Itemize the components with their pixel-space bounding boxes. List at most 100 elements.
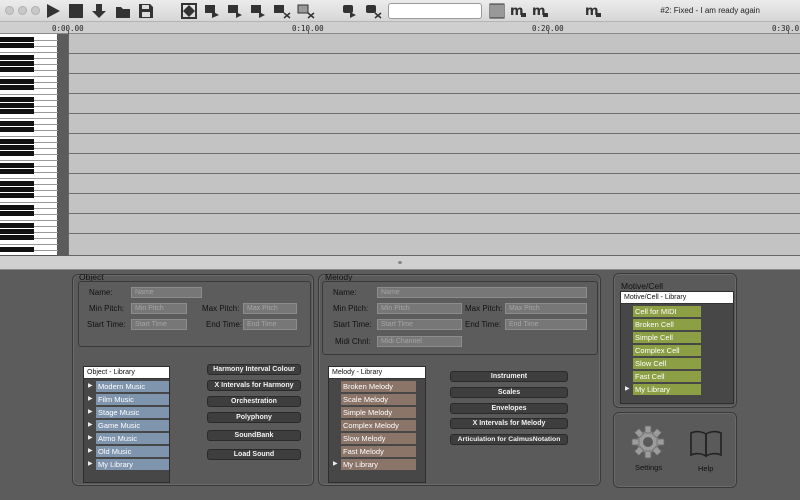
library-item[interactable]: Simple Cell [633,332,701,343]
load-sound-button[interactable]: Load Sound [207,449,301,460]
black-key[interactable] [0,67,34,72]
play-button[interactable] [44,2,62,20]
splitter[interactable] [0,256,800,270]
black-key[interactable] [0,145,34,150]
soundbank-button[interactable]: SoundBank [207,430,301,441]
black-key[interactable] [0,85,34,90]
score-button-3[interactable] [249,2,267,20]
motive-button-3[interactable]: m [583,2,603,20]
object-max-pitch-field[interactable]: Max Pitch [243,303,297,314]
melody-start-time-field[interactable]: Start Time [377,319,462,330]
search-input[interactable] [388,3,482,19]
x-intervals-harmony-button[interactable]: X Intervals for Harmony [207,380,301,391]
library-item[interactable]: Fast Melody [341,446,416,457]
scales-button[interactable]: Scales [450,387,568,398]
disclosure-triangle-icon[interactable]: ▶ [88,408,93,417]
object-library[interactable]: Object - Library ▶ Modern Music ▶ Film Mus… [83,366,170,483]
instrument-button[interactable]: Instrument [450,371,568,382]
object-min-pitch-field[interactable]: Min Pitch [131,303,187,314]
score-button-2[interactable] [226,2,244,20]
envelopes-button[interactable]: Envelopes [450,403,568,414]
download-button[interactable] [90,2,108,20]
melody-min-pitch-field[interactable]: Min Pitch [377,303,462,314]
fit-view-button[interactable] [180,2,198,20]
piano-keyboard[interactable] [0,34,58,256]
library-item[interactable]: Scale Melody [341,394,416,405]
help-button[interactable] [689,429,723,459]
score-delete-button-2[interactable] [363,2,383,20]
black-key[interactable] [0,121,34,126]
object-name-field[interactable]: Name [131,287,202,298]
library-item[interactable]: ▶ My Library [625,384,701,395]
black-key[interactable] [0,37,34,42]
black-key[interactable] [0,247,34,252]
library-item[interactable]: Slow Melody [341,433,416,444]
score-delete-button[interactable] [296,2,316,20]
black-key[interactable] [0,61,34,66]
library-item[interactable]: Fast Cell [633,371,701,382]
polyphony-button[interactable]: Polyphony [207,412,301,423]
disclosure-triangle-icon[interactable]: ▶ [88,460,93,469]
library-item[interactable]: ▶ Stage Music [88,407,169,418]
library-item[interactable]: ▶ Atmo Music [88,433,169,444]
object-start-time-field[interactable]: Start Time [131,319,187,330]
piano-keys-button[interactable] [488,2,506,20]
melody-library[interactable]: Melody - Library Broken Melody Scale Mel… [328,366,426,483]
disclosure-triangle-icon[interactable]: ▶ [88,382,93,391]
black-key[interactable] [0,139,34,144]
score-clear-button[interactable] [272,2,292,20]
melody-max-pitch-field[interactable]: Max Pitch [505,303,587,314]
black-key[interactable] [0,211,34,216]
melody-end-time-field[interactable]: End Time [505,319,587,330]
black-key[interactable] [0,103,34,108]
disclosure-triangle-icon[interactable]: ▶ [88,434,93,443]
settings-button[interactable] [631,425,665,459]
resize-handle-icon[interactable] [398,261,402,264]
disclosure-triangle-icon[interactable]: ▶ [333,460,338,469]
motive-button[interactable]: m [508,2,528,20]
black-key[interactable] [0,223,34,228]
library-item[interactable]: Complex Cell [633,345,701,356]
orchestration-button[interactable]: Orchestration [207,396,301,407]
library-item[interactable]: Broken Cell [633,319,701,330]
open-folder-button[interactable] [114,2,132,20]
library-item[interactable]: ▶ My Library [333,459,416,470]
piano-roll-grid[interactable] [68,34,800,256]
black-key[interactable] [0,79,34,84]
black-key[interactable] [0,205,34,210]
disclosure-triangle-icon[interactable]: ▶ [625,385,630,394]
black-key[interactable] [0,55,34,60]
black-key[interactable] [0,169,34,174]
harmony-interval-colour-button[interactable]: Harmony Interval Colour [207,364,301,375]
library-item[interactable]: ▶ Film Music [88,394,169,405]
melody-name-field[interactable]: Name [377,287,587,298]
library-item[interactable]: ▶ Modern Music [88,381,169,392]
black-key[interactable] [0,109,34,114]
midi-channel-field[interactable]: Midi Channel [377,336,462,347]
black-key[interactable] [0,187,34,192]
stop-button[interactable] [67,2,85,20]
motive-cell-library[interactable]: Motive/Cell - Library Cell for MIDI Brok… [620,291,734,404]
library-item[interactable]: Slow Cell [633,358,701,369]
library-item[interactable]: ▶ Game Music [88,420,169,431]
black-key[interactable] [0,97,34,102]
object-end-time-field[interactable]: End Time [243,319,297,330]
black-key[interactable] [0,193,34,198]
black-key[interactable] [0,127,34,132]
library-item[interactable]: ▶ My Library [88,459,169,470]
black-key[interactable] [0,229,34,234]
window-close-button[interactable] [5,6,14,15]
library-item[interactable]: Broken Melody [341,381,416,392]
black-key[interactable] [0,163,34,168]
black-key[interactable] [0,151,34,156]
black-key[interactable] [0,235,34,240]
black-key[interactable] [0,43,34,48]
save-button[interactable] [137,2,155,20]
library-item[interactable]: Complex Melody [341,420,416,431]
motive-button-2[interactable]: m [530,2,550,20]
disclosure-triangle-icon[interactable]: ▶ [88,447,93,456]
x-intervals-melody-button[interactable]: X Intervals for Melody [450,418,568,429]
disclosure-triangle-icon[interactable]: ▶ [88,421,93,430]
disclosure-triangle-icon[interactable]: ▶ [88,395,93,404]
library-item[interactable]: ▶ Old Music [88,446,169,457]
